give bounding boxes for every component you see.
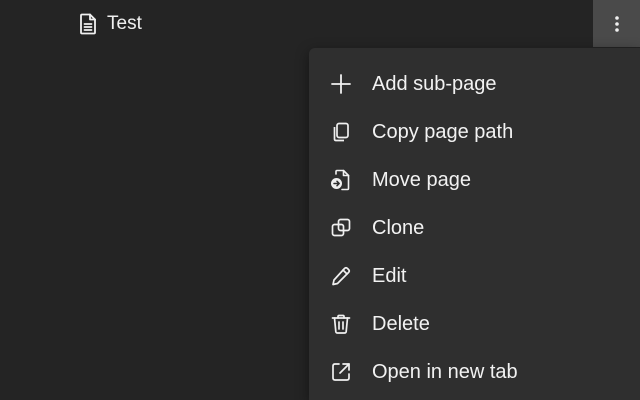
- vertical-ellipsis-icon: [614, 15, 620, 33]
- menu-item-label: Edit: [372, 264, 407, 287]
- trash-icon: [329, 312, 353, 336]
- menu-item-edit[interactable]: Edit: [309, 252, 640, 300]
- more-options-button[interactable]: [593, 0, 640, 47]
- menu-item-label: Clone: [372, 216, 425, 239]
- menu-item-clone[interactable]: Clone: [309, 204, 640, 252]
- menu-item-add-sub-page[interactable]: Add sub-page: [309, 60, 640, 108]
- menu-item-label: Delete: [372, 312, 430, 335]
- move-document-icon: [329, 168, 353, 192]
- menu-item-move-page[interactable]: Move page: [309, 156, 640, 204]
- document-icon: [78, 13, 98, 35]
- plus-icon: [329, 72, 353, 96]
- menu-item-delete[interactable]: Delete: [309, 300, 640, 348]
- page-title: Test: [107, 13, 142, 34]
- menu-item-label: Add sub-page: [372, 72, 497, 95]
- menu-item-label: Move page: [372, 168, 471, 191]
- menu-item-open-in-new-tab[interactable]: Open in new tab: [309, 348, 640, 396]
- open-external-icon: [329, 360, 353, 384]
- menu-item-copy-page-path[interactable]: Copy page path: [309, 108, 640, 156]
- clone-icon: [329, 216, 353, 240]
- page-row[interactable]: Test: [78, 8, 142, 40]
- copy-icon: [329, 120, 353, 144]
- menu-item-label: Copy page path: [372, 120, 514, 143]
- context-menu: Add sub-page Copy page path Move page Cl…: [309, 48, 640, 400]
- menu-item-label: Open in new tab: [372, 360, 518, 383]
- pencil-icon: [329, 264, 353, 288]
